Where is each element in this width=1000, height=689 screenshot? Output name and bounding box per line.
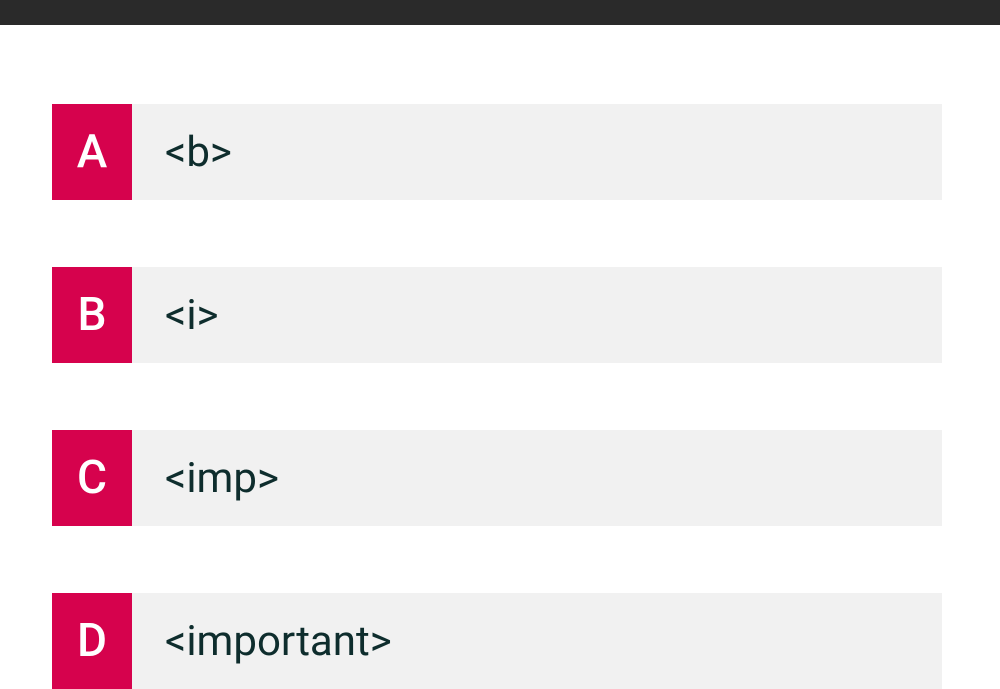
option-text: <important>: [132, 593, 942, 689]
top-bar: [0, 0, 1000, 25]
option-letter: B: [52, 267, 132, 363]
option-row-c[interactable]: C <imp>: [52, 430, 942, 526]
option-text: <i>: [132, 267, 942, 363]
option-row-b[interactable]: B <i>: [52, 267, 942, 363]
option-text: <b>: [132, 104, 942, 200]
option-row-a[interactable]: A <b>: [52, 104, 942, 200]
option-letter: A: [52, 104, 132, 200]
option-row-d[interactable]: D <important>: [52, 593, 942, 689]
option-letter: D: [52, 593, 132, 689]
option-text: <imp>: [132, 430, 942, 526]
options-container: A <b> B <i> C <imp> D <important>: [0, 25, 1000, 689]
option-letter: C: [52, 430, 132, 526]
